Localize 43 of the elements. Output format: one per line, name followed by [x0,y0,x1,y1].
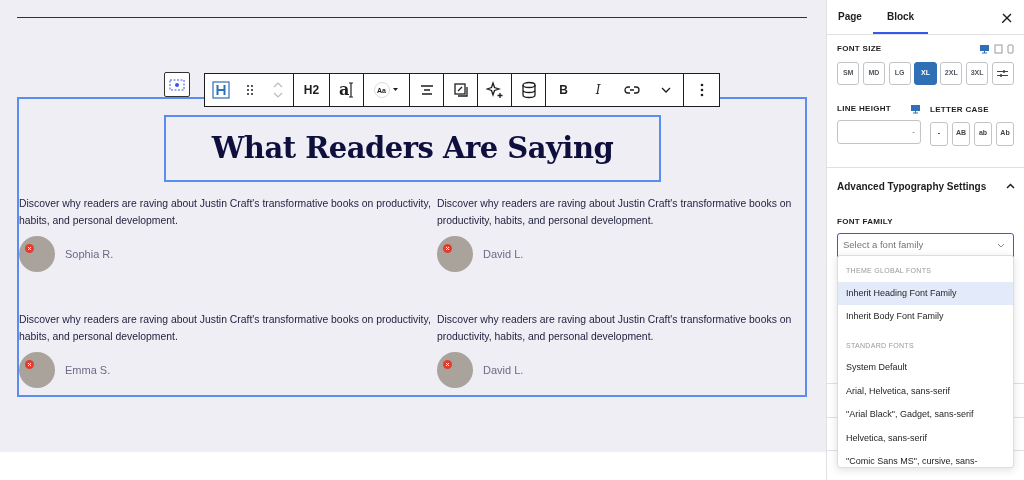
dropdown-option[interactable]: Inherit Heading Font Family [838,281,1013,305]
adjust-settings-button[interactable] [991,62,1014,85]
section-toggle[interactable]: Advanced Typography Settings [837,178,1015,194]
block-type-button[interactable] [164,72,190,97]
drag-handle-icon[interactable] [246,84,254,96]
dropdown-option[interactable]: "Comic Sans MS", cursive, sans- [838,450,1013,467]
section-heading: What Readers Are Saying [211,129,614,167]
desktop-icon[interactable] [910,104,921,114]
sidebar-tab[interactable]: Block [872,0,929,34]
letter-case-label: LETTER CASE [930,105,989,114]
dropdown-option[interactable]: System Default [838,356,1013,380]
dropdown-option[interactable]: Helvetica, sans-serif [838,426,1013,450]
sparkle-icon[interactable] [485,81,504,99]
sliders-icon [997,69,1009,78]
dropdown-option[interactable]: Arial, Helvetica, sans-serif [838,379,1013,403]
remove-icon[interactable] [443,360,452,369]
close-icon [1002,12,1012,23]
desktop-icon[interactable] [979,44,990,54]
dropdown-option[interactable]: "Arial Black", Gadget, sans-serif [838,403,1013,427]
more-options-icon[interactable] [699,83,704,97]
testimonial-quote: Discover why readers are raving about Justin Craft's transformative books on productivity, habits, and personal development. [19,197,432,228]
chevron-down-icon [997,243,1005,248]
font-family-label: FONT FAMILY [837,215,894,228]
testimonial-quote: Discover why readers are raving about Justin Craft's transformative books on productivity, habits, and personal development. [437,313,793,344]
heading-block-outline[interactable]: What Readers Are Saying [164,115,661,182]
author-name: David L. [483,246,524,262]
author-name: David L. [483,362,524,378]
dropdown-option[interactable]: Inherit Body Font Family [838,305,1013,329]
line-height-field[interactable]: - [837,120,921,144]
heading-icon[interactable] [212,81,230,99]
author-name: Emma S. [65,362,111,378]
remove-icon[interactable] [443,244,452,253]
line-height-label: LINE HEIGHT [837,103,891,115]
sidebar-tab[interactable]: Page [827,0,873,34]
remove-icon[interactable] [25,244,34,253]
testimonial-quote: Discover why readers are raving about Justin Craft's transformative books on productivity, habits, and personal development. [437,197,793,228]
shadow-box-icon[interactable] [451,81,470,99]
database-icon[interactable] [519,81,538,99]
remove-icon[interactable] [25,360,34,369]
testimonial-quote: Discover why readers are raving about Justin Craft's transformative books on productivity, habits, and personal development. [19,313,432,344]
author-name: Sophia R. [65,246,114,262]
font-size-label: FONT SIZE [837,43,882,55]
block-icon [169,78,185,91]
